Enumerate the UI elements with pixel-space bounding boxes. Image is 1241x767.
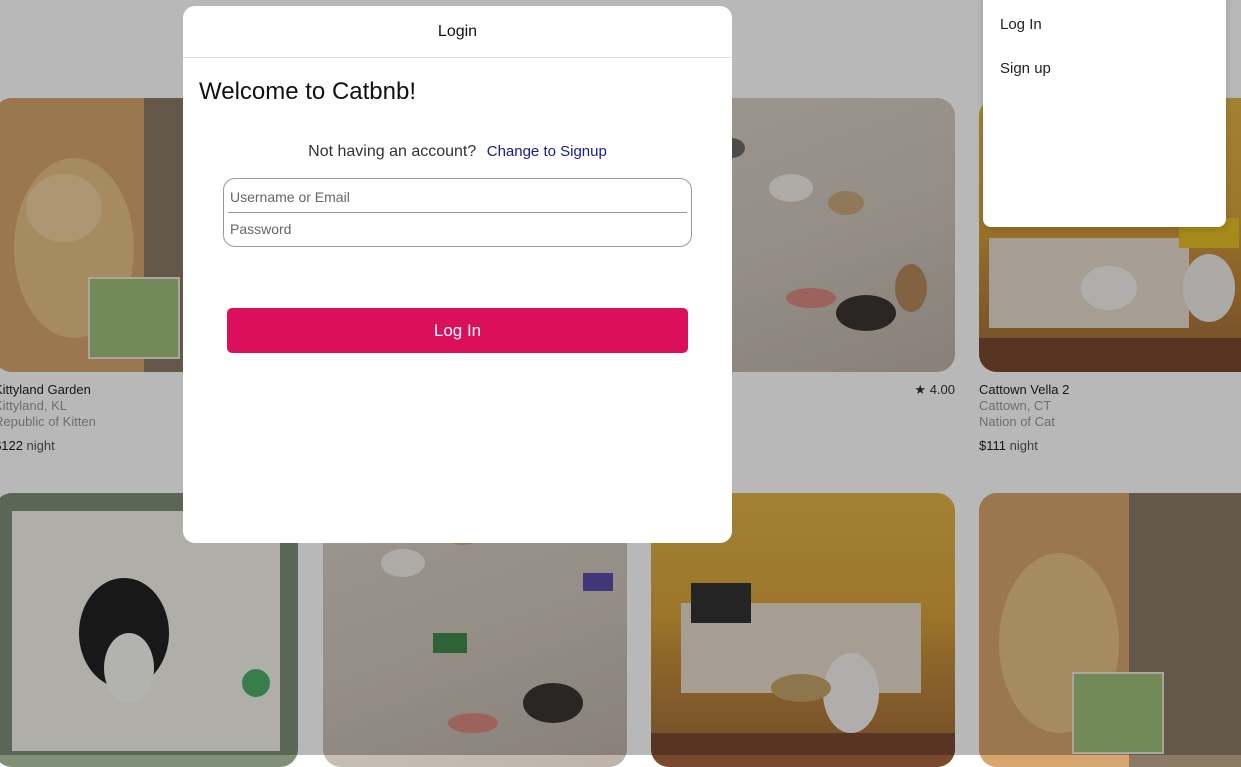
menu-item-signup[interactable]: Sign up	[1000, 60, 1051, 77]
welcome-heading: Welcome to Catbnb!	[199, 78, 416, 105]
login-button[interactable]: Log In	[227, 308, 688, 353]
switch-prompt-text: Not having an account?	[308, 143, 477, 160]
switch-prompt: Not having an account? Change to Signup	[183, 143, 732, 161]
modal-title: Login	[183, 6, 732, 58]
login-modal: Login Welcome to Catbnb! Not having an a…	[183, 6, 732, 543]
change-to-signup-link[interactable]: Change to Signup	[487, 143, 607, 160]
user-menu-dropdown: Log In Sign up	[983, 0, 1226, 227]
field-divider	[228, 212, 687, 213]
credentials-fields	[223, 178, 692, 247]
username-input[interactable]	[228, 182, 687, 212]
password-input[interactable]	[228, 214, 687, 244]
menu-item-login[interactable]: Log In	[1000, 16, 1042, 33]
